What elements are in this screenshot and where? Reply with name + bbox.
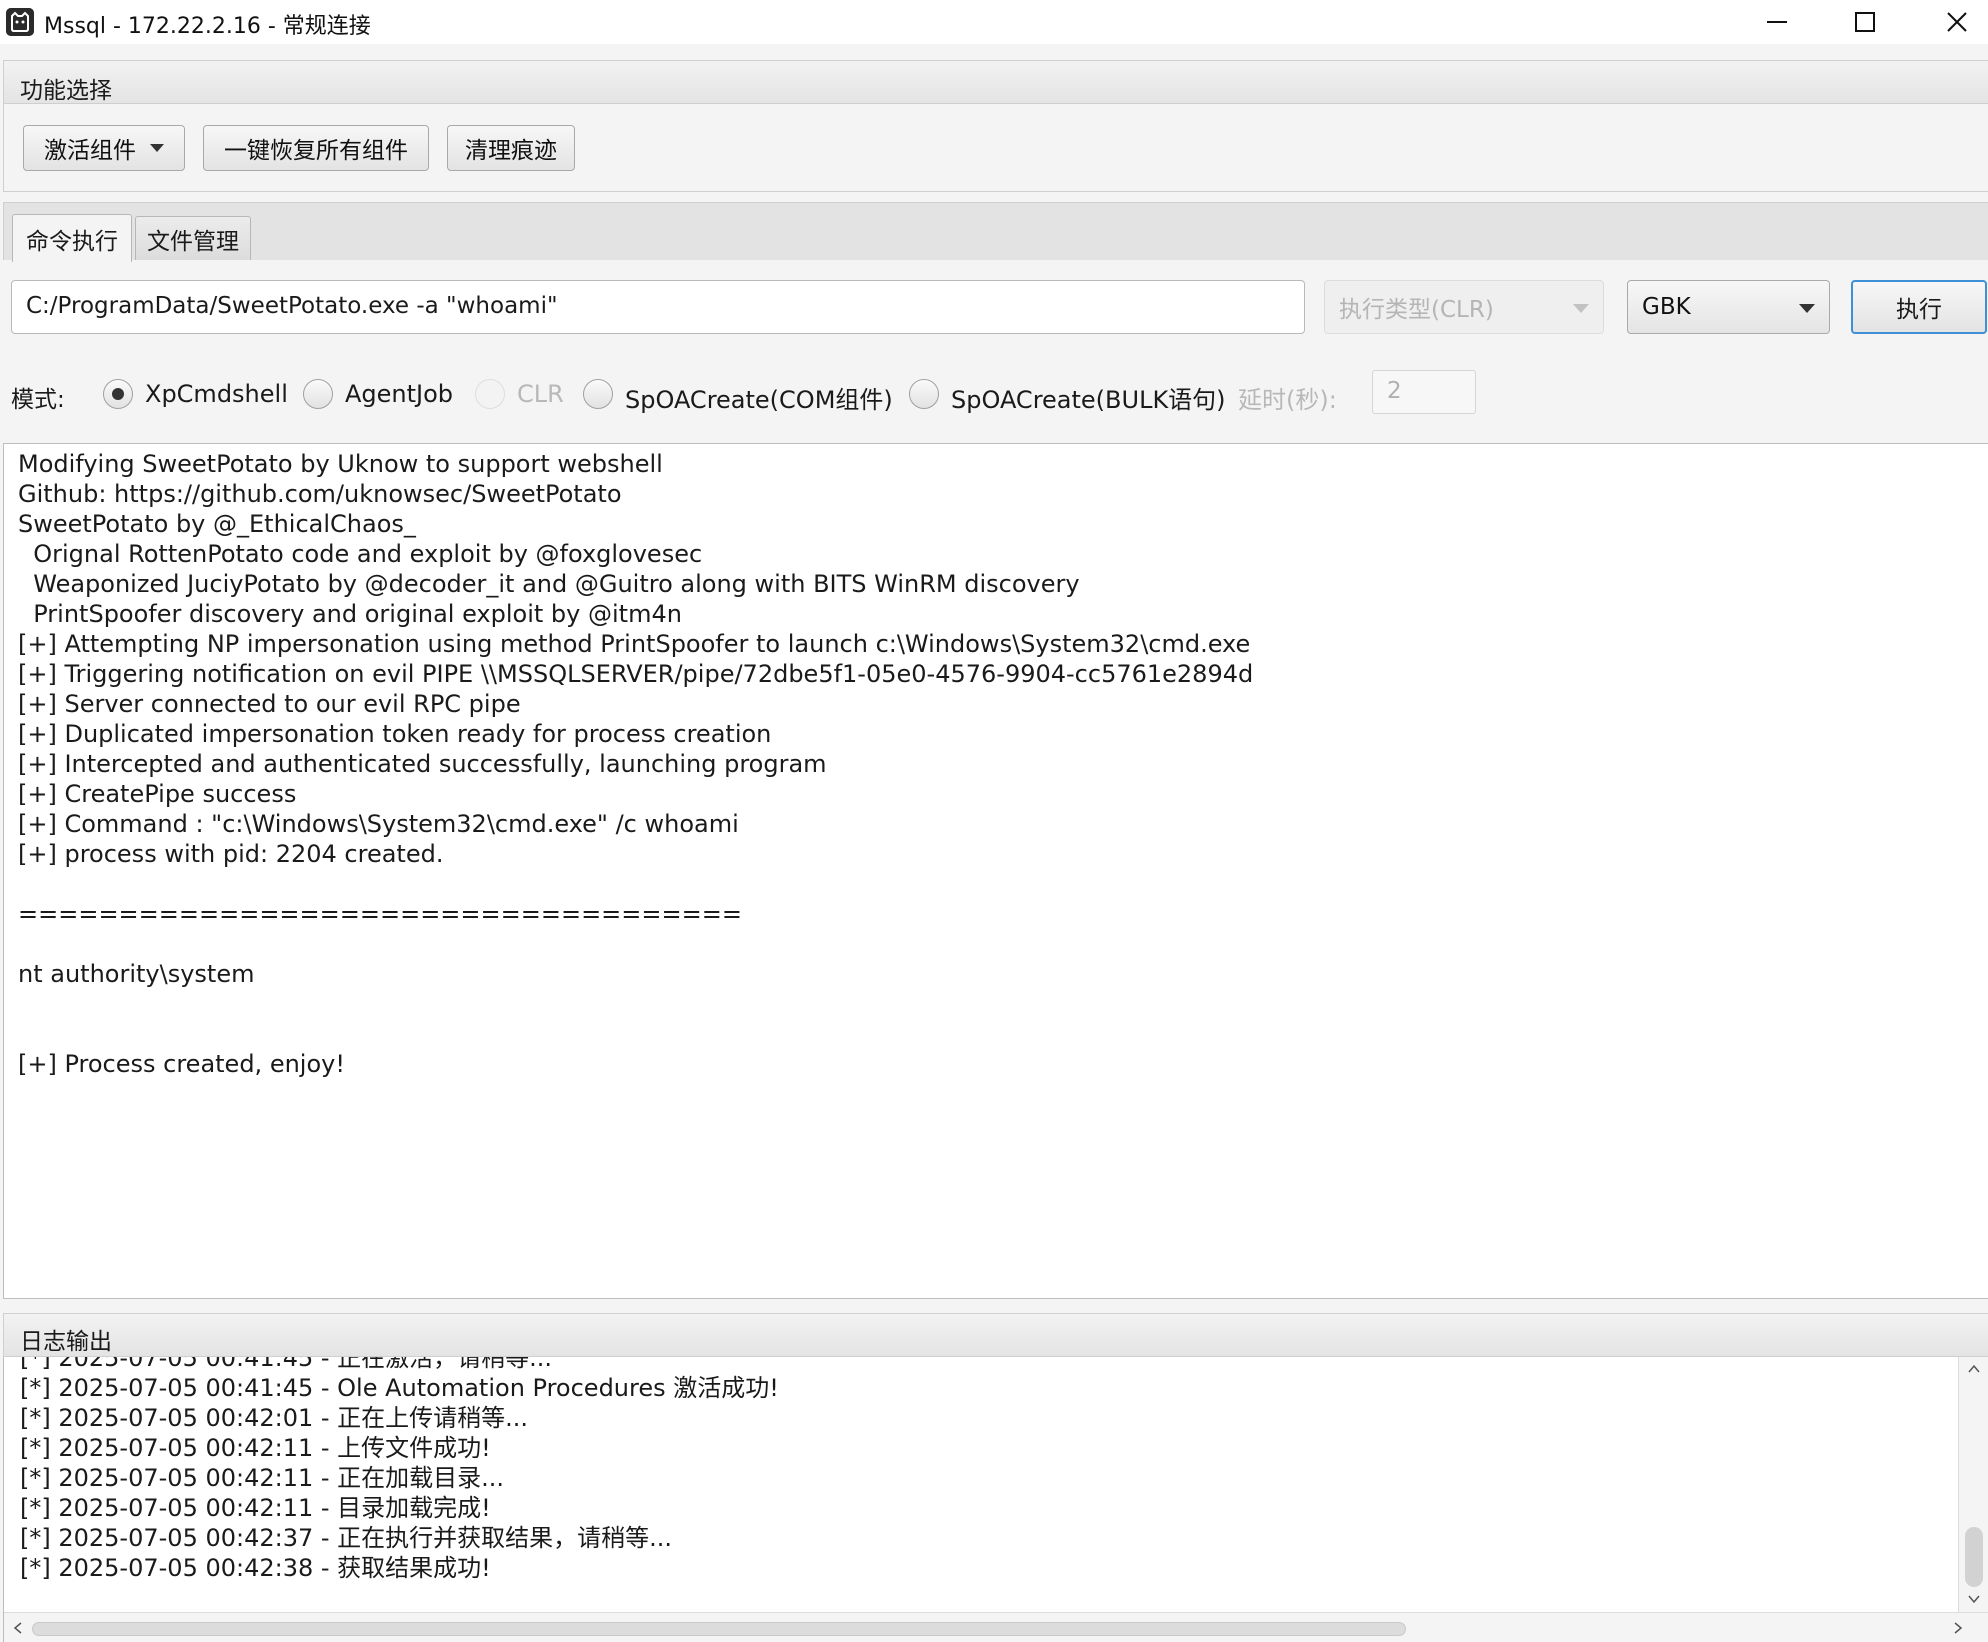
radio-spoacreate-com[interactable] — [583, 379, 613, 409]
radio-agentjob[interactable] — [303, 379, 333, 409]
tab-file-manager[interactable]: 文件管理 — [135, 216, 251, 260]
scroll-down-icon[interactable] — [1966, 1591, 1982, 1607]
radio-spoacreate-bulk[interactable] — [909, 379, 939, 409]
output-line: SweetPotato by @_EthicalChaos_ — [18, 510, 416, 538]
log-vertical-scroll-thumb[interactable] — [1965, 1527, 1983, 1587]
output-line: [+] Duplicated impersonation token ready… — [18, 720, 772, 748]
close-button[interactable] — [1912, 0, 1988, 44]
scroll-up-icon[interactable] — [1966, 1361, 1982, 1377]
log-line: [*] 2025-07-05 00:42:38 - 获取结果成功! — [20, 1554, 491, 1582]
output-line: PrintSpoofer discovery and original expl… — [18, 600, 682, 628]
mssql-window: Mssql - 172.22.2.16 - 常规连接 功能选择 激活组件 一键恢… — [0, 0, 1988, 1642]
encoding-select[interactable]: GBK — [1627, 280, 1830, 334]
radio-clr — [475, 379, 505, 409]
activate-component-label: 激活组件 — [44, 138, 136, 164]
mode-row: 模式: XpCmdshell AgentJob CLR SpOACreate(C… — [0, 370, 1988, 420]
chevron-down-icon — [1799, 304, 1815, 313]
log-horizontal-scrollbar[interactable] — [4, 1612, 1988, 1642]
chevron-down-icon — [150, 144, 164, 152]
exec-type-select[interactable]: 执行类型(CLR) — [1324, 280, 1604, 334]
function-panel: 激活组件 一键恢复所有组件 清理痕迹 — [3, 104, 1988, 192]
output-line: [+] Attempting NP impersonation using me… — [18, 630, 1251, 658]
maximize-button[interactable] — [1820, 0, 1910, 44]
output-line: [+] Intercepted and authenticated succes… — [18, 750, 827, 778]
log-lines: [*] 2025-07-05 00:41:45 - 正在激活，请稍等... [*]… — [20, 1357, 1960, 1583]
output-line: [+] Triggering notification on evil PIPE… — [18, 660, 1254, 688]
maximize-icon — [1855, 12, 1875, 32]
output-line: Github: https://github.com/uknowsec/Swee… — [18, 480, 622, 508]
close-icon — [1947, 12, 1967, 32]
title-bar: Mssql - 172.22.2.16 - 常规连接 — [0, 0, 1988, 44]
log-line: [*] 2025-07-05 00:42:01 - 正在上传请稍等... — [20, 1404, 529, 1432]
output-line: [+] Process created, enjoy! — [18, 1050, 345, 1078]
log-header: 日志输出 — [3, 1313, 1988, 1357]
scroll-right-icon[interactable] — [1950, 1620, 1966, 1636]
output-line: Orignal RottenPotato code and exploit by… — [18, 540, 703, 568]
log-line: [*] 2025-07-05 00:41:45 - 正在激活，请稍等... — [20, 1357, 553, 1372]
output-line: [+] Server connected to our evil RPC pip… — [18, 690, 521, 718]
log-horizontal-scroll-thumb[interactable] — [32, 1622, 1406, 1636]
radio-xpcmdshell-label[interactable]: XpCmdshell — [145, 380, 288, 408]
log-line: [*] 2025-07-05 00:41:45 - Ole Automation… — [20, 1374, 779, 1402]
output-line: [+] Command : "c:\Windows\System32\cmd.e… — [18, 810, 739, 838]
mode-label: 模式: — [11, 387, 65, 413]
execute-button[interactable]: 执行 — [1851, 280, 1987, 334]
log-line: [*] 2025-07-05 00:42:37 - 正在执行并获取结果，请稍等.… — [20, 1524, 673, 1552]
clean-traces-button[interactable]: 清理痕迹 — [447, 125, 575, 171]
exec-type-value: 执行类型(CLR) — [1339, 297, 1494, 323]
delay-input: 2 — [1372, 370, 1476, 414]
minimize-button[interactable] — [1732, 0, 1822, 44]
window-title: Mssql - 172.22.2.16 - 常规连接 — [44, 14, 371, 39]
log-line: [*] 2025-07-05 00:42:11 - 正在加载目录... — [20, 1464, 505, 1492]
activate-component-button[interactable]: 激活组件 — [23, 125, 185, 171]
radio-spoacreate-bulk-label[interactable]: SpOACreate(BULK语句) — [951, 380, 1226, 415]
log-line: [*] 2025-07-05 00:42:11 - 目录加载完成! — [20, 1494, 491, 1522]
radio-spoacreate-com-label[interactable]: SpOACreate(COM组件) — [625, 380, 893, 415]
output-line: Weaponized JuciyPotato by @decoder_it an… — [18, 570, 1080, 598]
log-area[interactable]: [*] 2025-07-05 00:41:45 - 正在激活，请稍等... [*]… — [3, 1357, 1988, 1642]
output-line: ==================================== — [18, 900, 742, 928]
radio-xpcmdshell[interactable] — [103, 379, 133, 409]
tab-command-exec[interactable]: 命令执行 — [12, 214, 132, 262]
output-line: nt authority\system — [18, 960, 255, 988]
radio-agentjob-label[interactable]: AgentJob — [345, 380, 453, 408]
function-panel-header: 功能选择 — [3, 60, 1988, 104]
scroll-left-icon[interactable] — [10, 1620, 26, 1636]
output-line: Modifying SweetPotato by Uknow to suppor… — [18, 450, 663, 478]
chevron-down-icon — [1573, 304, 1589, 313]
restore-all-components-button[interactable]: 一键恢复所有组件 — [203, 125, 429, 171]
cat-app-icon — [6, 8, 34, 36]
radio-clr-label: CLR — [517, 380, 564, 408]
command-output[interactable]: Modifying SweetPotato by Uknow to suppor… — [3, 443, 1988, 1299]
output-line: [+] process with pid: 2204 created. — [18, 840, 444, 868]
output-line: [+] CreatePipe success — [18, 780, 297, 808]
log-vertical-scrollbar[interactable] — [1958, 1357, 1988, 1612]
minimize-icon — [1767, 21, 1787, 23]
tab-strip: 命令执行 文件管理 — [3, 202, 1988, 262]
command-input[interactable]: C:/ProgramData/SweetPotato.exe -a "whoam… — [11, 280, 1305, 334]
log-line: [*] 2025-07-05 00:42:11 - 上传文件成功! — [20, 1434, 491, 1462]
delay-label: 延时(秒): — [1238, 386, 1337, 414]
encoding-value: GBK — [1642, 294, 1691, 320]
